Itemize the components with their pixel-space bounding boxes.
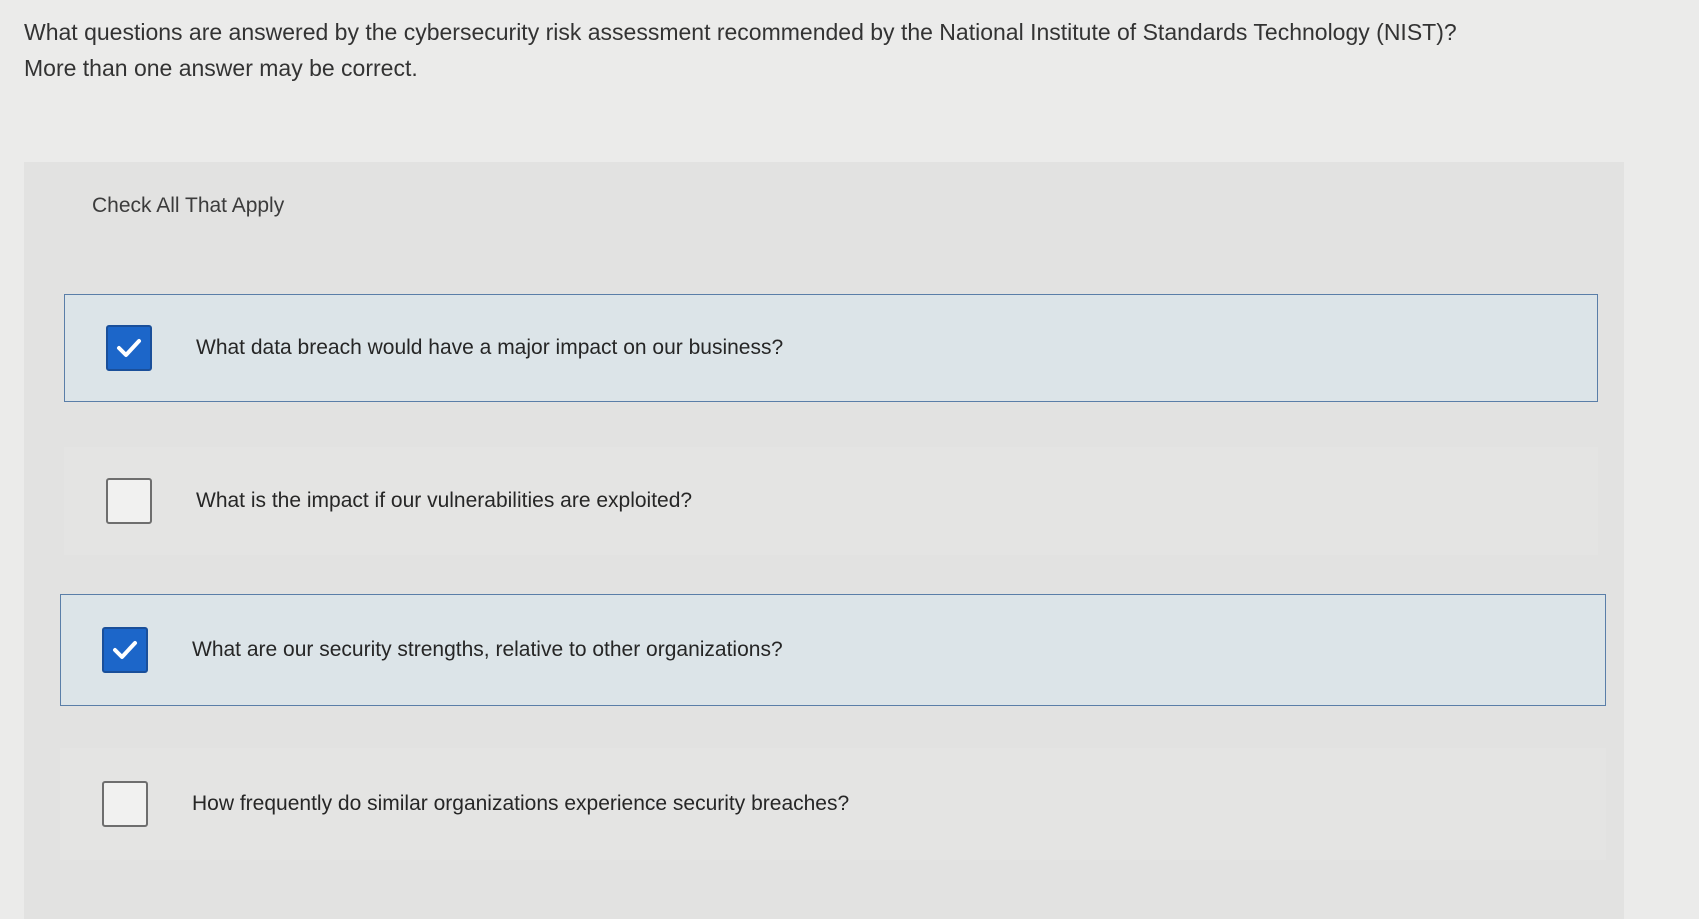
question-line-2: More than one answer may be correct.: [24, 55, 418, 81]
instruction-label: Check All That Apply: [92, 194, 285, 217]
checkmark-icon: [116, 337, 142, 359]
checkbox-option-4[interactable]: [102, 781, 148, 827]
checkbox-option-3[interactable]: [102, 627, 148, 673]
question-text: What questions are answered by the cyber…: [24, 14, 1664, 86]
answer-panel: Check All That Apply What data breach wo…: [24, 162, 1624, 919]
checkbox-option-2[interactable]: [106, 478, 152, 524]
question-line-1: What questions are answered by the cyber…: [24, 19, 1457, 45]
option-2[interactable]: What is the impact if our vulnerabilitie…: [64, 447, 1598, 555]
option-3[interactable]: What are our security strengths, relativ…: [60, 594, 1606, 706]
checkmark-icon: [112, 639, 138, 661]
checkbox-option-1[interactable]: [106, 325, 152, 371]
option-1[interactable]: What data breach would have a major impa…: [64, 294, 1598, 402]
option-2-label: What is the impact if our vulnerabilitie…: [196, 489, 693, 512]
option-3-label: What are our security strengths, relativ…: [192, 638, 783, 661]
option-4-label: How frequently do similar organizations …: [192, 792, 850, 815]
option-1-label: What data breach would have a major impa…: [196, 336, 784, 359]
option-4[interactable]: How frequently do similar organizations …: [60, 748, 1606, 860]
